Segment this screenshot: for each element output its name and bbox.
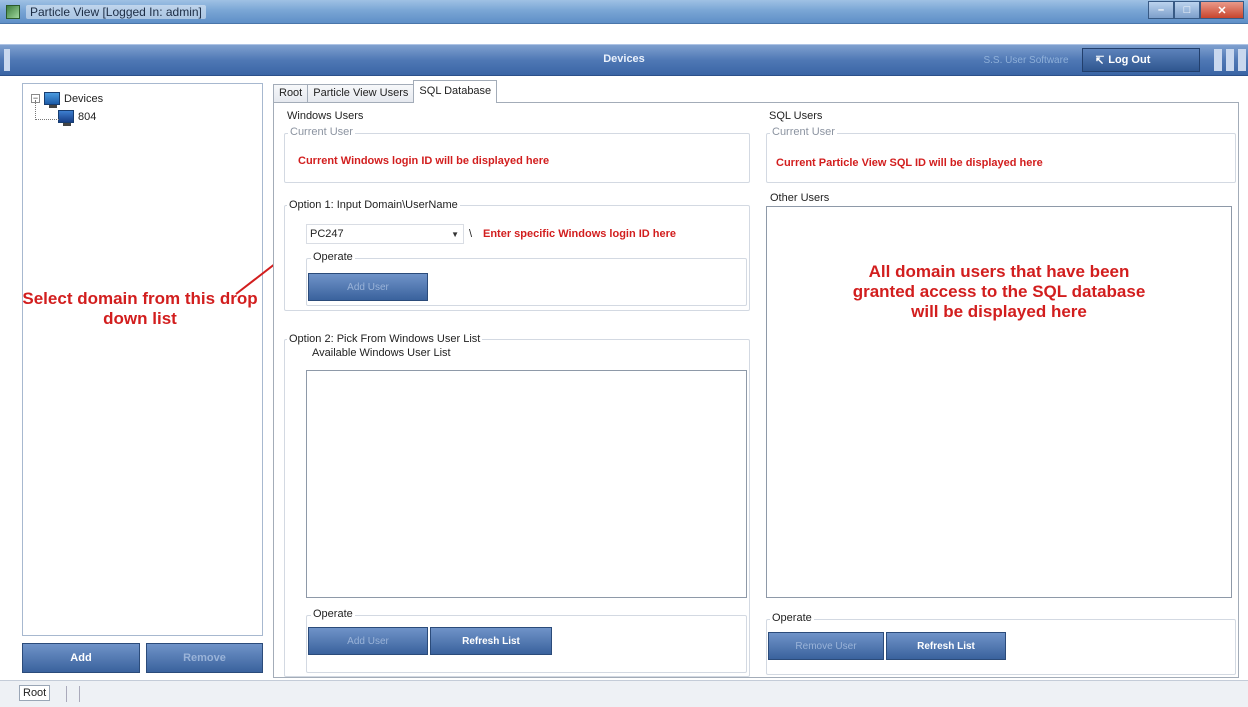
windows-users-label: Windows Users xyxy=(285,110,366,122)
tab-strip: Root Particle View Users SQL Database xyxy=(273,80,498,103)
chevron-down-icon[interactable]: ▼ xyxy=(451,230,459,239)
option2-label: Option 2: Pick From Windows User List xyxy=(287,333,483,345)
refresh-windows-list-button[interactable]: Refresh List xyxy=(430,627,552,655)
status-root-item[interactable]: Root xyxy=(19,685,51,701)
maximize-button[interactable]: □ xyxy=(1174,1,1200,19)
computer-icon xyxy=(58,110,74,126)
add-user-from-list-button[interactable]: Add User xyxy=(308,627,428,655)
grip-handle[interactable] xyxy=(1214,49,1222,71)
window-controls: – □ ✕ xyxy=(1148,1,1244,19)
other-users-label: Other Users xyxy=(768,192,832,204)
sql-users-label: SQL Users xyxy=(767,110,825,122)
tree-connector xyxy=(35,100,59,120)
sql-current-user-label: Current User xyxy=(770,126,837,138)
remove-device-button[interactable]: Remove xyxy=(146,643,263,673)
header-bar: Devices S.S. User Software ↸ Log Out xyxy=(0,44,1248,76)
windows-current-user-note: Current Windows login ID will be display… xyxy=(298,155,550,167)
option2-operate-label: Operate xyxy=(311,608,355,620)
window-title: Particle View [Logged In: admin] xyxy=(26,5,206,19)
right-grip-handles xyxy=(1214,49,1246,71)
add-user-button[interactable]: Add User xyxy=(308,273,428,301)
other-users-note: All domain users that have been granted … xyxy=(852,262,1146,321)
tab-root[interactable]: Root xyxy=(273,84,309,103)
domain-annotation: Select domain from this drop down list xyxy=(22,289,258,328)
username-field-note[interactable]: Enter specific Windows login ID here xyxy=(483,228,676,240)
available-users-label: Available Windows User List xyxy=(310,347,453,359)
windows-current-user-label: Current User xyxy=(288,126,355,138)
domain-separator: \ xyxy=(467,228,475,240)
app-icon xyxy=(6,5,20,19)
sql-current-user-note: Current Particle View SQL ID will be dis… xyxy=(776,157,1043,169)
user-software-button[interactable]: S.S. User Software xyxy=(978,52,1074,69)
tab-particle-view-users[interactable]: Particle View Users xyxy=(307,84,415,103)
domain-dropdown[interactable]: PC247 ▼ xyxy=(306,224,464,244)
available-users-list[interactable] xyxy=(306,370,747,598)
add-device-button[interactable]: Add xyxy=(22,643,140,673)
device-tree[interactable]: − Devices 804 xyxy=(22,83,263,636)
option1-operate-label: Operate xyxy=(311,251,355,263)
status-grip xyxy=(66,686,80,702)
tree-item-label: Devices xyxy=(64,92,104,105)
minimize-button[interactable]: – xyxy=(1148,1,1174,19)
tab-sql-database[interactable]: SQL Database xyxy=(413,80,498,103)
grip-handle[interactable] xyxy=(1226,49,1234,71)
window-titlebar: Particle View [Logged In: admin] – □ ✕ xyxy=(0,0,1248,24)
remove-user-button[interactable]: Remove User xyxy=(768,632,884,660)
logout-label: Log Out xyxy=(1108,54,1151,66)
tree-item-label: 804 xyxy=(78,110,97,123)
status-bar: Root xyxy=(0,680,1248,707)
sql-operate-label: Operate xyxy=(770,612,814,624)
close-button[interactable]: ✕ xyxy=(1200,1,1244,19)
option1-label: Option 1: Input Domain\UserName xyxy=(287,199,460,211)
domain-value: PC247 xyxy=(310,228,344,240)
grip-handle[interactable] xyxy=(1238,49,1246,71)
refresh-sql-list-button[interactable]: Refresh List xyxy=(886,632,1006,660)
logout-icon: ↸ xyxy=(1095,54,1105,67)
tree-item-804[interactable]: 804 xyxy=(58,110,97,126)
logout-button[interactable]: ↸ Log Out xyxy=(1082,48,1200,72)
